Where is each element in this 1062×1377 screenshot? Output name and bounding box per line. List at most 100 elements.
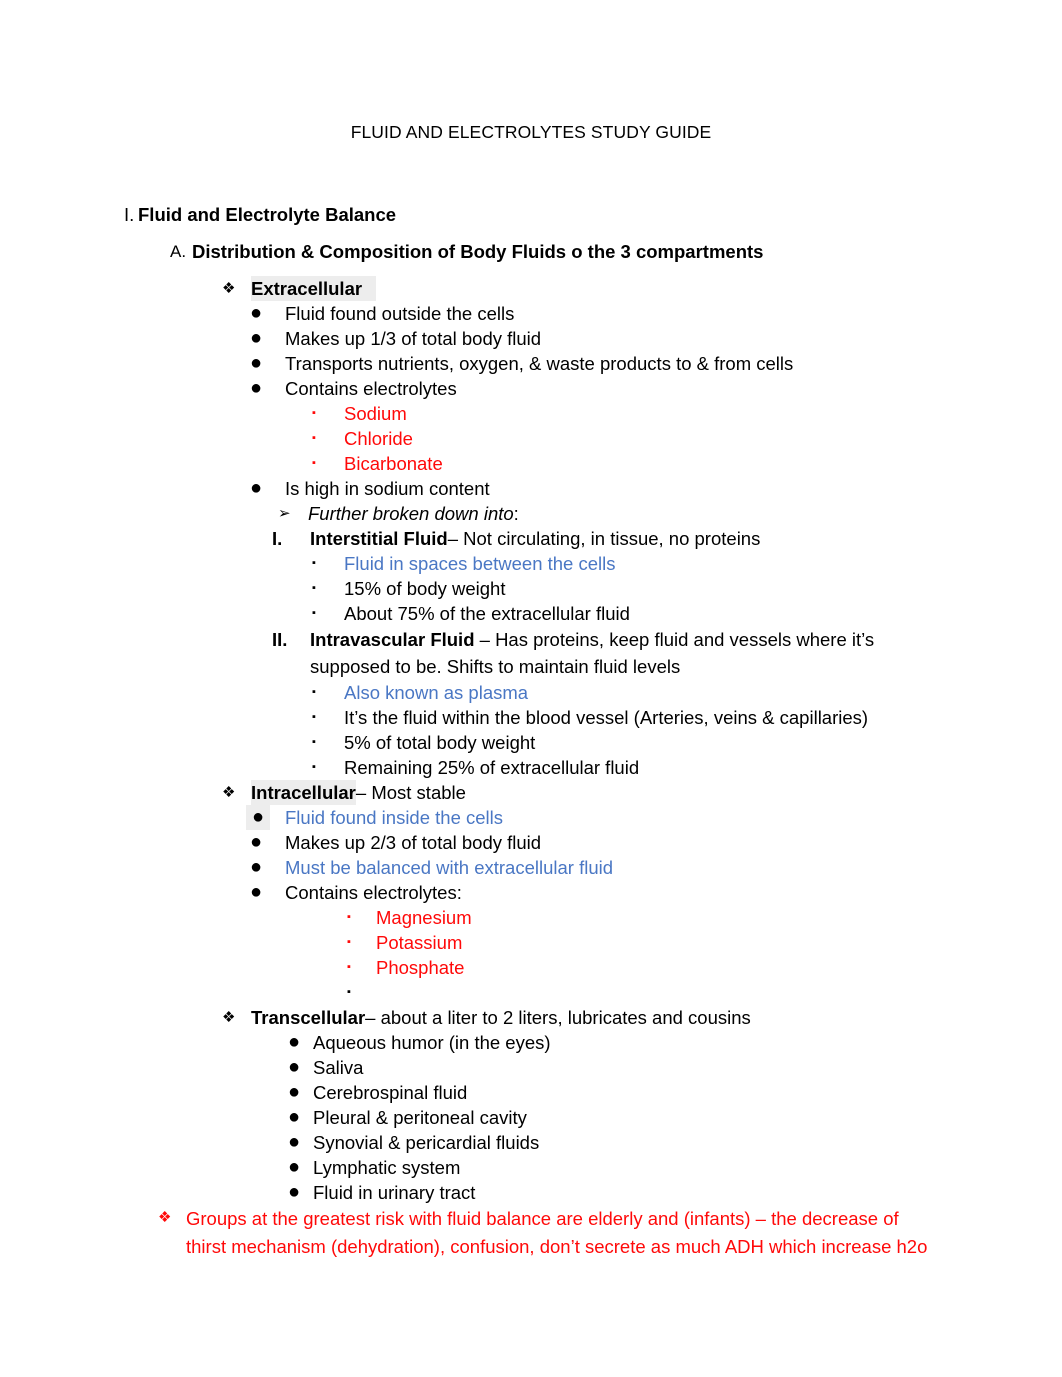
risk-note-row: ❖ Groups at the greatest risk with fluid… (0, 1205, 1062, 1261)
list-item-label: Makes up 1/3 of total body fluid (285, 328, 542, 350)
list-item-label: 15% of body weight (344, 578, 506, 600)
subsection-letter: A. (170, 242, 187, 262)
list-item: ● Lymphatic system (0, 1155, 1062, 1180)
intracellular-heading-row: ❖ Intracellular – Most stable (0, 780, 1062, 806)
list-item-empty: ▪ (0, 980, 1062, 1005)
list-item: ▪ Magnesium (0, 905, 1062, 930)
transcellular-heading-suffix: – about a liter to 2 liters, lubricates … (365, 1007, 751, 1029)
list-item: ● Makes up 2/3 of total body fluid (0, 830, 1062, 855)
list-item: ● Fluid found inside the cells (0, 805, 1062, 831)
section-heading-1: I. Fluid and Electrolyte Balance (0, 202, 1062, 227)
dot-bullet-icon: ● (250, 352, 263, 375)
dot-bullet-icon: ● (250, 831, 263, 854)
subsection-A-label: Distribution & Composition of Body Fluid… (192, 241, 764, 263)
diamond-bullet-icon: ❖ (222, 280, 236, 298)
list-item: ▪ Remaining 25% of extracellular fluid (0, 755, 1062, 780)
page-title: FLUID AND ELECTROLYTES STUDY GUIDE (350, 122, 712, 142)
further-breakdown-label: Further broken down into (308, 503, 514, 525)
list-item: ● Makes up 1/3 of total body fluid (0, 326, 1062, 351)
dot-bullet-icon: ● (288, 1181, 301, 1204)
dot-bullet-icon: ● (288, 1031, 301, 1054)
dot-bullet-icon: ● (288, 1106, 301, 1129)
dot-bullet-icon: ● (288, 1081, 301, 1104)
list-item-label: Makes up 2/3 of total body fluid (285, 832, 542, 854)
further-breakdown-colon: : (513, 503, 519, 525)
list-item-label: About 75% of the extracellular fluid (344, 603, 630, 625)
list-item: ● Fluid in urinary tract (0, 1180, 1062, 1205)
dot-bullet-icon: ● (250, 327, 263, 350)
transcellular-heading: Transcellular (251, 1007, 366, 1029)
dot-bullet-icon: ● (250, 477, 263, 500)
list-item-label: Remaining 25% of extracellular fluid (344, 757, 640, 779)
electrolyte-label: Chloride (344, 428, 413, 450)
square-bullet-icon: ▪ (312, 607, 316, 620)
risk-note-label: Groups at the greatest risk with fluid b… (186, 1208, 928, 1258)
dot-bullet-icon: ● (250, 302, 263, 325)
square-bullet-icon: ▪ (312, 761, 316, 774)
square-bullet-icon: ▪ (312, 711, 316, 724)
square-bullet-icon: ▪ (312, 557, 316, 570)
interstitial-fluid-row: I. Interstitial Fluid – Not circulating,… (0, 526, 1062, 551)
list-item: ▪ Phosphate (0, 955, 1062, 980)
diamond-bullet-icon: ❖ (222, 1009, 236, 1027)
list-item: ▪ 15% of body weight (0, 576, 1062, 601)
intracellular-heading-suffix: – Most stable (355, 782, 466, 804)
document-page: FLUID AND ELECTROLYTES STUDY GUIDE I. Fl… (0, 0, 1062, 1377)
list-item-label: Also known as plasma (344, 682, 529, 704)
list-item-label: Transports nutrients, oxygen, & waste pr… (285, 353, 794, 375)
list-item-label: Contains electrolytes: (285, 882, 462, 904)
list-item-label: Cerebrospinal fluid (313, 1082, 468, 1104)
list-item: ● Contains electrolytes (0, 376, 1062, 401)
list-item-label: Saliva (313, 1057, 364, 1079)
extracellular-heading-row: ❖ Extracellular (0, 276, 1062, 302)
dot-bullet-icon: ● (250, 856, 263, 879)
list-item-label: Synovial & pericardial fluids (313, 1132, 540, 1154)
square-bullet-icon: ▪ (312, 736, 316, 749)
list-item: ● Cerebrospinal fluid (0, 1080, 1062, 1105)
diamond-bullet-icon: ❖ (158, 1209, 172, 1227)
roman-numeral-2: II. (272, 629, 288, 651)
list-item-label: Fluid in spaces between the cells (344, 553, 616, 575)
list-item-label: Fluid in urinary tract (313, 1182, 476, 1204)
dot-bullet-icon: ● (288, 1056, 301, 1079)
square-bullet-icon: ▪ (312, 407, 316, 420)
square-bullet-icon: ▪ (312, 686, 316, 699)
arrow-bullet-icon: ➢ (278, 505, 291, 523)
list-item-label: Is high in sodium content (285, 478, 490, 500)
list-item: ● Is high in sodium content (0, 476, 1062, 501)
dot-bullet-icon: ● (250, 377, 263, 400)
list-item-label: Fluid found outside the cells (285, 303, 515, 325)
list-item: ▪ Also known as plasma (0, 680, 1062, 705)
electrolyte-label: Phosphate (376, 957, 465, 979)
list-item-label: 5% of total body weight (344, 732, 536, 754)
list-item: ▪ Bicarbonate (0, 451, 1062, 476)
diamond-bullet-icon: ❖ (222, 784, 236, 802)
square-bullet-icon: ▪ (347, 936, 351, 949)
square-bullet-icon: ▪ (347, 911, 351, 924)
square-bullet-icon: ▪ (312, 432, 316, 445)
list-item: ● Synovial & pericardial fluids (0, 1130, 1062, 1155)
list-item-label: Aqueous humor (in the eyes) (313, 1032, 551, 1054)
list-item-label: Lymphatic system (313, 1157, 461, 1179)
list-item-label: Pleural & peritoneal cavity (313, 1107, 527, 1129)
list-item-label: It’s the fluid within the blood vessel (… (344, 707, 869, 729)
list-item: ● Fluid found outside the cells (0, 301, 1062, 326)
square-bullet-icon: ▪ (312, 457, 316, 470)
list-item: ▪ About 75% of the extracellular fluid (0, 601, 1062, 626)
list-item-label: Must be balanced with extracellular flui… (285, 857, 614, 879)
list-item: ● Pleural & peritoneal cavity (0, 1105, 1062, 1130)
list-item: ● Saliva (0, 1055, 1062, 1080)
interstitial-fluid-label: Interstitial Fluid (310, 528, 448, 550)
electrolyte-label: Sodium (344, 403, 407, 425)
list-item: ● Contains electrolytes: (0, 880, 1062, 905)
dot-bullet-icon: ● (288, 1131, 301, 1154)
square-bullet-icon: ▪ (312, 582, 316, 595)
list-item: ● Transports nutrients, oxygen, & waste … (0, 351, 1062, 376)
further-breakdown-row: ➢ Further broken down into: (0, 501, 1062, 526)
intravascular-fluid-row: II. Intravascular Fluid – Has proteins, … (0, 626, 1062, 680)
list-item: ▪ Chloride (0, 426, 1062, 451)
interstitial-fluid-description: – Not circulating, in tissue, no protein… (447, 528, 761, 550)
